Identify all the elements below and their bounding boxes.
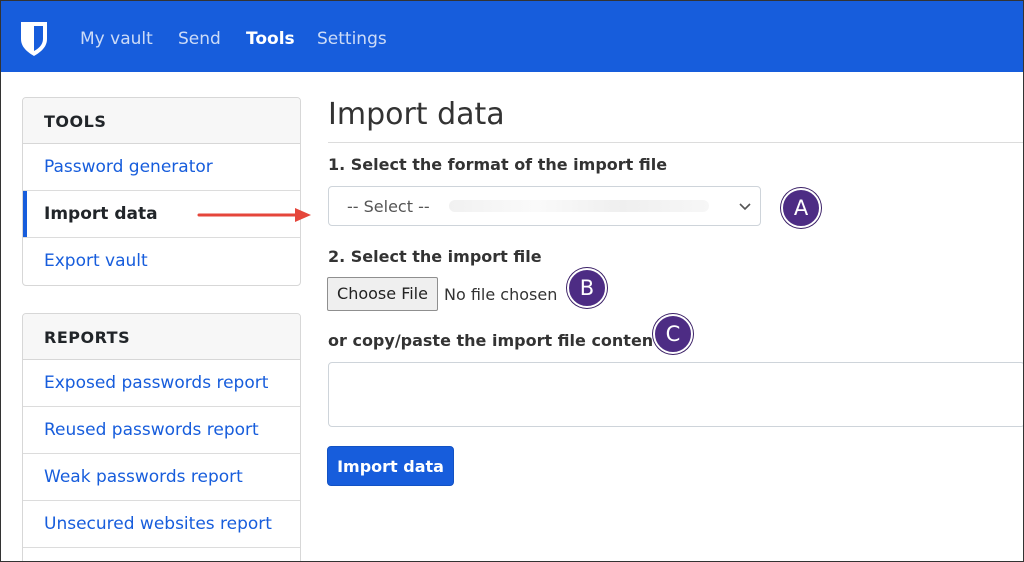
red-arrow-icon <box>197 208 311 222</box>
page-title: Import data <box>328 97 505 132</box>
screenshot-frame: My vault Send Tools Settings TOOLS Passw… <box>0 0 1024 562</box>
nav-tools[interactable]: Tools <box>246 28 295 50</box>
sidebar-item-export-vault[interactable]: Export vault <box>23 238 300 285</box>
paste-label: or copy/paste the import file contents <box>328 331 671 350</box>
choose-file-button[interactable]: Choose File <box>327 277 438 311</box>
format-select[interactable]: -- Select -- <box>328 186 761 226</box>
title-divider <box>328 142 1023 143</box>
sidebar-item-exposed-passwords[interactable]: Exposed passwords report <box>23 360 300 407</box>
annotation-badge-c: C <box>653 314 693 354</box>
import-data-button[interactable]: Import data <box>327 446 454 486</box>
annotation-badge-b: B <box>567 268 607 308</box>
reports-card-header: REPORTS <box>23 314 300 360</box>
format-select-value: -- Select -- <box>347 197 430 216</box>
reports-card: REPORTS Exposed passwords report Reused … <box>22 313 301 561</box>
tools-card-header: TOOLS <box>23 98 300 144</box>
annotation-badge-a: A <box>781 188 821 228</box>
blurred-option-text <box>449 200 709 212</box>
file-label: 2. Select the import file <box>328 247 542 266</box>
top-navbar: My vault Send Tools Settings <box>1 1 1023 72</box>
tools-card: TOOLS Password generator Import data Exp… <box>22 97 301 286</box>
file-contents-textarea[interactable] <box>328 362 1023 427</box>
sidebar-item-reused-passwords[interactable]: Reused passwords report <box>23 407 300 454</box>
file-status: No file chosen <box>444 285 558 304</box>
format-label: 1. Select the format of the import file <box>328 155 668 174</box>
sidebar-item-password-generator[interactable]: Password generator <box>23 144 300 191</box>
bitwarden-shield-icon[interactable] <box>20 21 48 57</box>
sidebar-item-unsecured-websites[interactable]: Unsecured websites report <box>23 501 300 548</box>
nav-my-vault[interactable]: My vault <box>80 28 153 50</box>
nav-send[interactable]: Send <box>178 28 221 50</box>
chevron-down-icon <box>739 203 751 211</box>
nav-settings[interactable]: Settings <box>317 28 387 50</box>
sidebar-item-weak-passwords[interactable]: Weak passwords report <box>23 454 300 501</box>
